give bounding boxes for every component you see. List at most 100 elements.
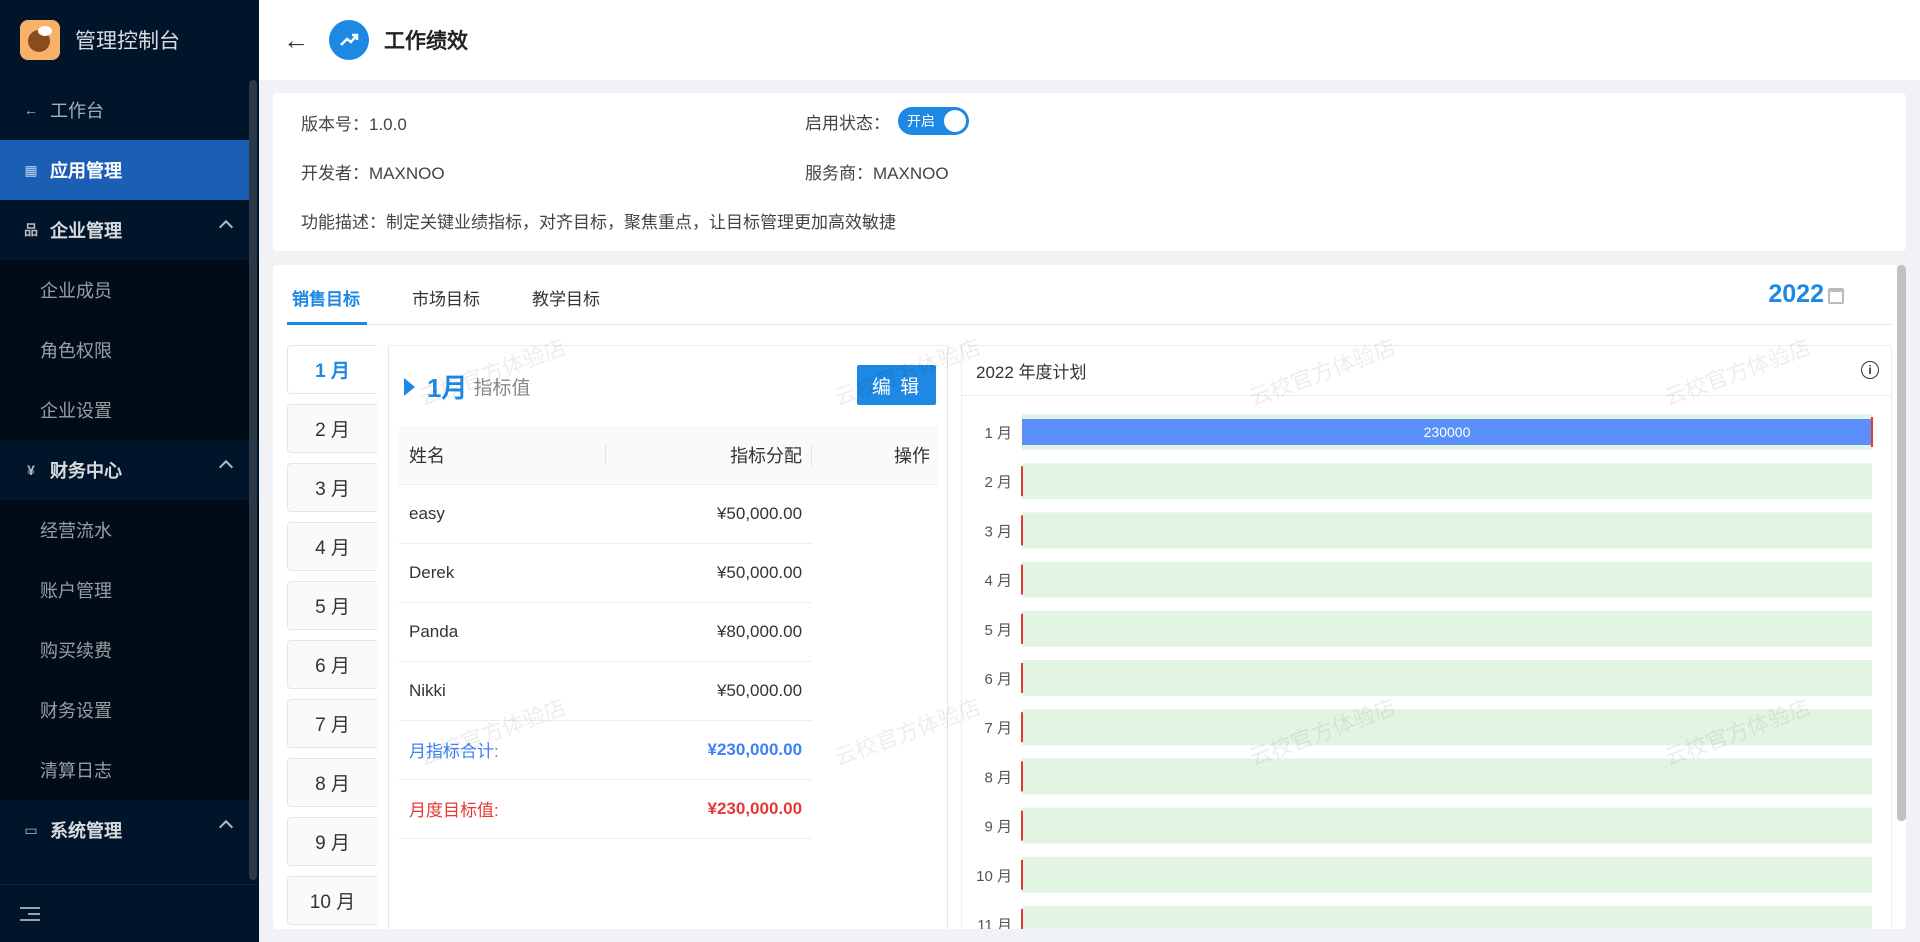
chart-category-label: 11 月 — [977, 917, 1012, 929]
sidebar-item-members[interactable]: 企业成员 — [0, 260, 259, 320]
month-title: 1月 — [427, 373, 468, 403]
sidebar-item-label: 工作台 — [50, 101, 104, 121]
sidebar-item-label: 角色权限 — [40, 341, 112, 361]
chart-track — [1022, 610, 1872, 647]
enable-toggle[interactable]: 开启 — [898, 107, 969, 135]
table-row: Panda ¥80,000.00 — [399, 602, 938, 662]
version-label: 版本号：1.0.0 — [301, 115, 407, 134]
page-title: 工作绩效 — [384, 30, 468, 53]
sidebar-item-label: 购买续费 — [40, 641, 112, 661]
org-icon: 品 — [24, 222, 38, 238]
chart-category-label: 6 月 — [984, 671, 1012, 688]
month-item[interactable]: 5 月 — [287, 581, 377, 630]
chart-track — [1022, 807, 1872, 844]
target-value: ¥230,000.00 — [605, 779, 813, 839]
sidebar-item-enterprise-settings[interactable]: 企业设置 — [0, 380, 259, 440]
chart-track — [1022, 463, 1872, 500]
table-header-row: 姓名 指标分配 操作 — [399, 426, 938, 485]
collapse-menu-icon[interactable] — [20, 906, 40, 921]
info-icon[interactable]: i — [1861, 361, 1879, 379]
month-target-panel: 1月 指标值 编 辑 姓名 指标分配 操作 easy ¥50,000.00 De… — [388, 345, 948, 929]
target-label: 月度目标值: — [399, 779, 606, 839]
month-item[interactable]: 8 月 — [287, 758, 377, 807]
chart-category-label: 1 月 — [984, 425, 1012, 442]
sidebar-item-workbench[interactable]: ← 工作台 — [0, 80, 259, 140]
version-text: 版本号：1.0.0 — [301, 110, 407, 135]
month-item[interactable]: 1 月 — [287, 345, 377, 394]
sidebar-item-finance[interactable]: ¥ 财务中心 — [0, 440, 259, 500]
chart-category-label: 7 月 — [984, 720, 1012, 737]
back-arrow-icon[interactable]: ← — [283, 25, 309, 56]
sum-row: 月指标合计: ¥230,000.00 — [399, 720, 938, 780]
tab-market[interactable]: 市场目标 — [412, 285, 480, 310]
sidebar-item-cashflow[interactable]: 经营流水 — [0, 500, 259, 560]
sidebar-item-label: 企业设置 — [40, 401, 112, 421]
table-row: Derek ¥50,000.00 — [399, 543, 938, 603]
month-item[interactable]: 2 月 — [287, 404, 377, 453]
chart-category-label: 10 月 — [976, 868, 1012, 885]
month-item[interactable]: 10 月 — [287, 876, 377, 925]
chevron-up-icon — [218, 459, 234, 475]
tab-teaching[interactable]: 教学目标 — [532, 285, 600, 310]
chart-category-label: 2 月 — [984, 474, 1012, 491]
chart-track — [1022, 512, 1872, 549]
chart-track — [1022, 856, 1872, 893]
cell-name: Nikki — [399, 661, 606, 721]
brand[interactable]: 管理控制台 — [0, 0, 259, 80]
chart-category-label: 5 月 — [984, 622, 1012, 639]
allocation-table: 姓名 指标分配 操作 easy ¥50,000.00 Derek ¥50,000… — [399, 426, 938, 839]
sidebar-item-system[interactable]: ▭ 系统管理 — [0, 800, 259, 860]
sidebar-item-label: 账户管理 — [40, 581, 112, 601]
cell-action — [812, 602, 938, 661]
toggle-label: 开启 — [907, 113, 935, 129]
sidebar-item-finance-settings[interactable]: 财务设置 — [0, 680, 259, 740]
sidebar-item-label: 财务设置 — [40, 701, 112, 721]
cell-amount: ¥80,000.00 — [605, 602, 813, 662]
sidebar-item-label: 系统管理 — [50, 821, 122, 841]
column-header-amount: 指标分配 — [605, 426, 813, 485]
sidebar-item-roles[interactable]: 角色权限 — [0, 320, 259, 380]
column-header-action: 操作 — [812, 426, 938, 485]
chart-category-label: 3 月 — [984, 523, 1012, 540]
annual-plan-svg: 1 月 230000 2 月 3 月 4 月 5 月 6 月 7 月 8 月 9 月 10 月 11 … — [976, 414, 1873, 929]
active-tab-indicator — [287, 322, 367, 325]
arrow-left-icon: ← — [24, 102, 38, 118]
target-row: 月度目标值: ¥230,000.00 — [399, 779, 938, 839]
calendar-icon[interactable] — [1828, 288, 1844, 304]
edit-button[interactable]: 编 辑 — [857, 365, 936, 405]
app-info-card: 版本号：1.0.0 启用状态： 开启 开发者：MAXNOO 服务商：MAXNOO… — [273, 93, 1906, 251]
provider-text: 服务商：MAXNOO — [805, 159, 949, 184]
tab-sales[interactable]: 销售目标 — [292, 285, 360, 310]
yen-icon: ¥ — [27, 462, 35, 478]
sidebar-footer — [0, 884, 259, 942]
chart-track — [1022, 709, 1872, 746]
sidebar-item-enterprise[interactable]: 品 企业管理 — [0, 200, 259, 260]
month-subtitle: 指标值 — [473, 378, 531, 399]
cell-name: Derek — [399, 543, 606, 603]
status-label: 启用状态： — [805, 113, 890, 133]
sidebar: 管理控制台 ← 工作台 ▦ 应用管理 品 企业管理 企业成员 角色权限 企业设置… — [0, 0, 259, 942]
sidebar-item-accounts[interactable]: 账户管理 — [0, 560, 259, 620]
sidebar-item-settlement-log[interactable]: 清算日志 — [0, 740, 259, 800]
year-picker[interactable]: 2022 — [1768, 280, 1824, 309]
main-scrollbar[interactable] — [1897, 265, 1906, 821]
month-item[interactable]: 7 月 — [287, 699, 377, 748]
sidebar-scrollbar[interactable] — [249, 80, 257, 880]
empty-cell — [812, 779, 938, 838]
sidebar-item-app-management[interactable]: ▦ 应用管理 — [0, 140, 252, 200]
month-item[interactable]: 4 月 — [287, 522, 377, 571]
sidebar-nav: ← 工作台 ▦ 应用管理 品 企业管理 企业成员 角色权限 企业设置 ¥ 财务中… — [0, 80, 259, 860]
cell-name: Panda — [399, 602, 606, 662]
month-item[interactable]: 3 月 — [287, 463, 377, 512]
table-row: easy ¥50,000.00 — [399, 484, 938, 544]
chart-category-label: 8 月 — [984, 769, 1012, 786]
cell-amount: ¥50,000.00 — [605, 484, 813, 544]
sum-value: ¥230,000.00 — [605, 720, 813, 780]
sidebar-item-renewal[interactable]: 购买续费 — [0, 620, 259, 680]
chart-data-label: 230000 — [1424, 424, 1471, 440]
brand-title: 管理控制台 — [75, 30, 180, 53]
month-item[interactable]: 6 月 — [287, 640, 377, 689]
month-item[interactable]: 9 月 — [287, 817, 377, 866]
description-label: 功能描述：制定关键业绩指标，对齐目标，聚焦重点，让目标管理更加高效敏捷 — [301, 213, 896, 232]
grid-icon: ▦ — [24, 161, 38, 178]
